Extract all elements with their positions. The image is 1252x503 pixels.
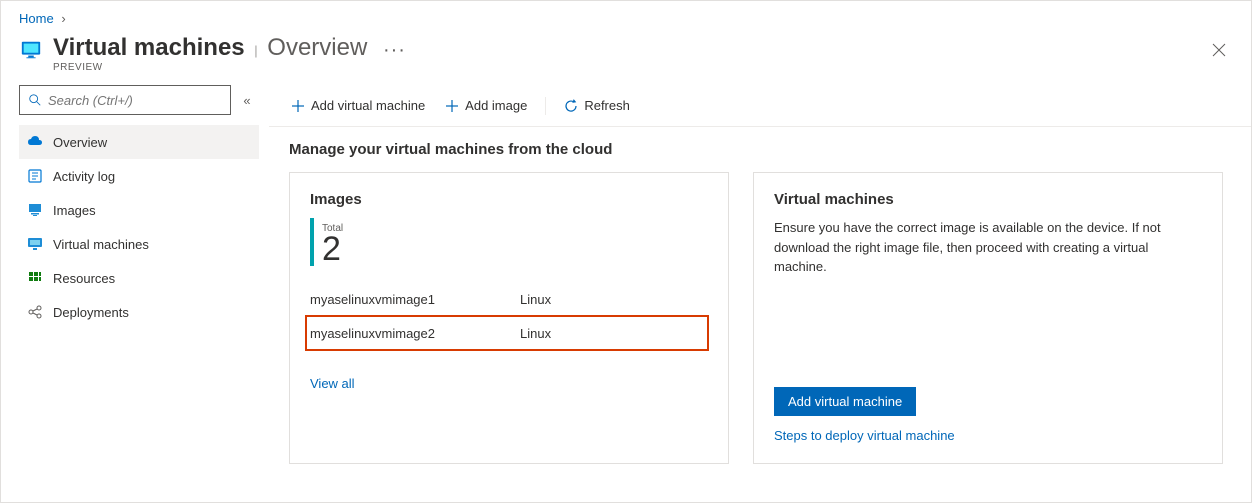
search-icon (28, 93, 42, 107)
close-button[interactable] (1207, 38, 1231, 62)
add-vm-button[interactable]: Add virtual machine (283, 94, 433, 117)
image-icon (27, 202, 43, 218)
sidebar-item-label: Images (53, 203, 96, 218)
sidebar-item-images[interactable]: Images (19, 193, 259, 227)
sidebar-item-label: Overview (53, 135, 107, 150)
button-label: Add virtual machine (311, 98, 425, 113)
images-count: Total 2 (310, 218, 708, 266)
chevron-right-icon: › (61, 11, 65, 26)
page-section: Overview (267, 34, 367, 61)
command-bar: Add virtual machine Add image Refresh (269, 85, 1251, 127)
card-title: Virtual machines (774, 191, 1202, 208)
button-label: Refresh (584, 98, 630, 113)
sidebar-item-label: Virtual machines (53, 237, 149, 252)
vms-card: Virtual machines Ensure you have the cor… (753, 172, 1223, 464)
image-row[interactable]: myaselinuxvmimage1 Linux (310, 282, 708, 316)
button-label: Add image (465, 98, 527, 113)
vm-icon (27, 236, 43, 252)
image-row[interactable]: myaselinuxvmimage2 Linux (306, 316, 708, 350)
card-description: Ensure you have the correct image is ava… (774, 218, 1202, 277)
page-header: Virtual machines | Overview ··· PREVIEW (1, 30, 1251, 85)
collapse-sidebar-button[interactable]: « (235, 93, 259, 108)
section-subtitle: Manage your virtual machines from the cl… (269, 127, 1251, 172)
count-value: 2 (322, 232, 343, 266)
image-name: myaselinuxvmimage1 (310, 292, 520, 307)
separator (545, 97, 546, 115)
sidebar-item-label: Deployments (53, 305, 129, 320)
card-title: Images (310, 191, 708, 208)
page-title: Virtual machines (53, 34, 245, 61)
sidebar-item-overview[interactable]: Overview (19, 125, 259, 159)
view-all-link[interactable]: View all (310, 376, 355, 391)
more-icon[interactable]: ··· (383, 39, 406, 61)
deploy-icon (27, 304, 43, 320)
preview-badge: PREVIEW (53, 62, 406, 73)
search-input[interactable] (48, 93, 222, 108)
sidebar-item-vms[interactable]: Virtual machines (19, 227, 259, 261)
sidebar-item-label: Activity log (53, 169, 115, 184)
sidebar: « Overview Activity log Images Virtual m… (1, 85, 269, 464)
sidebar-item-activity[interactable]: Activity log (19, 159, 259, 193)
breadcrumb: Home › (1, 1, 1251, 30)
sidebar-item-deployments[interactable]: Deployments (19, 295, 259, 329)
images-card: Images Total 2 myaselinuxvmimage1 Linux … (289, 172, 729, 464)
image-os: Linux (520, 292, 551, 307)
monitor-icon (19, 38, 43, 62)
sidebar-item-resources[interactable]: Resources (19, 261, 259, 295)
sidebar-item-label: Resources (53, 271, 115, 286)
refresh-button[interactable]: Refresh (556, 94, 638, 117)
cloud-icon (27, 134, 43, 150)
search-input-wrapper[interactable] (19, 85, 231, 115)
grid-icon (27, 270, 43, 286)
steps-link[interactable]: Steps to deploy virtual machine (774, 428, 1202, 443)
log-icon (27, 168, 43, 184)
add-vm-primary-button[interactable]: Add virtual machine (774, 387, 916, 416)
image-name: myaselinuxvmimage2 (310, 326, 520, 341)
breadcrumb-home[interactable]: Home (19, 11, 54, 26)
image-os: Linux (520, 326, 551, 341)
add-image-button[interactable]: Add image (437, 94, 535, 117)
